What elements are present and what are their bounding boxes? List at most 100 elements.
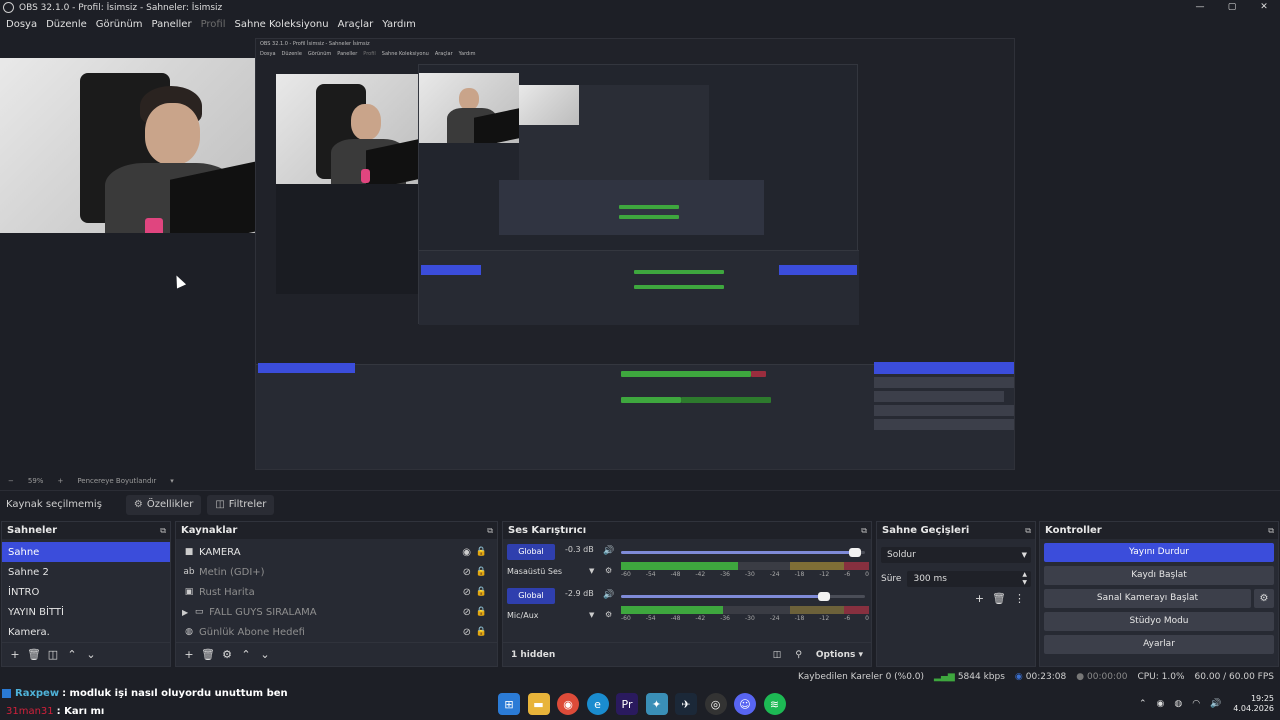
move-up-button[interactable]: ⌃	[237, 648, 255, 661]
stop-stream-button[interactable]: Yayını Durdur	[1044, 543, 1274, 562]
menu-scene-collection[interactable]: Sahne Koleksiyonu	[235, 19, 329, 30]
channel-menu-icon[interactable]: ▼	[589, 611, 594, 619]
properties-button[interactable]: ⚙ Özellikler	[125, 494, 202, 515]
hidden-icon[interactable]: ⊘	[463, 627, 471, 638]
hidden-count[interactable]: 1 hidden	[511, 650, 555, 660]
transition-select[interactable]: Soldur ▼	[881, 547, 1031, 563]
volume-slider[interactable]	[621, 592, 865, 601]
premiere-icon[interactable]: Pr	[616, 693, 638, 715]
hidden-icon[interactable]: ⊘	[463, 607, 471, 618]
zoom-mode[interactable]: Pencereye Boyutlandır	[77, 477, 156, 485]
steam-icon[interactable]: ✈	[675, 693, 697, 715]
link-icon[interactable]: ⚲	[795, 650, 802, 660]
nested-title: OBS 32.1.0 - Profil İsimsiz - Sahneler İ…	[260, 41, 370, 47]
close-button[interactable]: ✕	[1248, 0, 1280, 15]
source-item[interactable]: ab Metin (GDI+) ⊘ 🔒	[176, 562, 497, 582]
scene-item[interactable]: Sahne 2	[2, 562, 170, 582]
hidden-icon[interactable]: ⊘	[463, 587, 471, 598]
file-explorer-icon[interactable]: ▬	[527, 693, 550, 715]
level-meter	[621, 606, 869, 614]
more-options-icon[interactable]: ⋮	[1014, 592, 1025, 605]
mixer-title: Ses Karıştırıcı	[508, 525, 587, 536]
sources-dock: Kaynaklar ⧉ ■ KAMERA ◉ 🔒 ab Metin (GDI+)…	[175, 521, 498, 667]
channel-menu-icon[interactable]: ▼	[589, 567, 594, 575]
source-item[interactable]: ▶ ▭ FALL GUYS SIRALAMA ⊘ 🔒	[176, 602, 497, 622]
undock-icon[interactable]: ⧉	[1268, 526, 1274, 536]
obs-icon[interactable]: ◎	[704, 693, 727, 715]
zoom-mode-caret-icon[interactable]: ▾	[170, 477, 174, 485]
lock-icon[interactable]: 🔒	[476, 587, 487, 597]
discord-icon[interactable]: ☺	[734, 693, 756, 715]
scene-item[interactable]: YAYIN BİTTİ	[2, 602, 170, 622]
move-down-button[interactable]: ⌄	[82, 648, 100, 661]
remove-transition-button[interactable]: 🗑	[992, 592, 1006, 605]
menu-view[interactable]: Görünüm	[96, 19, 143, 30]
lock-icon[interactable]: 🔒	[476, 567, 487, 577]
zoom-row: − 59% + Pencereye Boyutlandır ▾	[0, 475, 1280, 487]
minimize-button[interactable]: —	[1184, 0, 1216, 15]
virtual-camera-settings-icon[interactable]: ⚙	[1254, 589, 1274, 608]
channel-settings-icon[interactable]: ⚙	[605, 610, 612, 619]
undock-icon[interactable]: ⧉	[1025, 526, 1031, 536]
maximize-button[interactable]: ▢	[1216, 0, 1248, 15]
clock[interactable]: 19:25 4.04.2026	[1233, 694, 1274, 714]
hidden-icon[interactable]: ⊘	[463, 567, 471, 578]
lock-icon[interactable]: 🔒	[476, 627, 487, 637]
record-time: 00:00:00	[1087, 672, 1128, 682]
scene-item[interactable]: Kamera.	[2, 622, 170, 642]
tray-chevron-icon[interactable]: ⌃	[1139, 699, 1147, 709]
layout-icon[interactable]: ◫	[773, 650, 782, 660]
menu-profile[interactable]: Profil	[201, 19, 226, 30]
move-up-button[interactable]: ⌃	[63, 648, 81, 661]
lock-icon[interactable]: 🔒	[476, 607, 487, 617]
move-down-button[interactable]: ⌄	[256, 648, 274, 661]
source-item[interactable]: ■ KAMERA ◉ 🔒	[176, 542, 497, 562]
undock-icon[interactable]: ⧉	[861, 526, 867, 536]
studio-mode-button[interactable]: Stüdyo Modu	[1044, 612, 1274, 631]
zoom-out-button[interactable]: −	[8, 477, 14, 485]
zoom-in-button[interactable]: +	[57, 477, 63, 485]
duration-input[interactable]: 300 ms ▲ ▼	[907, 571, 1031, 587]
add-transition-button[interactable]: +	[975, 592, 984, 605]
filters-button[interactable]: ◫ Filtreler	[207, 494, 275, 515]
tray-app-icon[interactable]: ◉	[1156, 699, 1164, 709]
undock-icon[interactable]: ⧉	[487, 526, 493, 536]
menu-help[interactable]: Yardım	[382, 19, 416, 30]
scene-item[interactable]: Sahne	[2, 542, 170, 562]
speaker-icon[interactable]: 🔊	[603, 546, 614, 556]
add-source-button[interactable]: +	[180, 648, 198, 661]
start-recording-button[interactable]: Kaydı Başlat	[1044, 566, 1274, 585]
preview-canvas[interactable]: OBS 32.1.0 - Profil İsimsiz - Sahneler İ…	[0, 33, 1280, 475]
source-properties-button[interactable]: ⚙	[218, 648, 236, 661]
remove-scene-button[interactable]: 🗑	[25, 648, 43, 661]
edge-icon[interactable]: e	[586, 693, 609, 715]
sources-toolbar: + 🗑 ⚙ ⌃ ⌄	[176, 642, 497, 666]
start-virtual-camera-button[interactable]: Sanal Kamerayı Başlat	[1044, 589, 1251, 608]
add-scene-button[interactable]: +	[6, 648, 24, 661]
expand-arrow-icon[interactable]: ▶	[182, 608, 188, 617]
scene-filters-button[interactable]: ◫	[44, 648, 62, 661]
visibility-icon[interactable]: ◉	[462, 547, 471, 558]
lock-icon[interactable]: 🔒	[476, 547, 487, 557]
undock-icon[interactable]: ⧉	[160, 526, 166, 536]
menu-edit[interactable]: Düzenle	[46, 19, 87, 30]
volume-icon[interactable]: 🔊	[1210, 699, 1221, 709]
remove-source-button[interactable]: 🗑	[199, 648, 217, 661]
menu-docks[interactable]: Paneller	[152, 19, 192, 30]
scene-item[interactable]: İNTRO	[2, 582, 170, 602]
settings-button[interactable]: Ayarlar	[1044, 635, 1274, 654]
chrome-icon[interactable]: ◉	[557, 693, 579, 715]
menu-file[interactable]: Dosya	[6, 19, 37, 30]
tray-app-icon[interactable]: ◍	[1174, 699, 1182, 709]
spotify-icon[interactable]: ≋	[763, 693, 786, 715]
source-item[interactable]: ◍ Günlük Abone Hedefi ⊘ 🔒	[176, 622, 497, 642]
channel-settings-icon[interactable]: ⚙	[605, 566, 612, 575]
volume-slider[interactable]	[621, 548, 865, 557]
app-icon[interactable]: ✦	[645, 693, 668, 715]
source-item[interactable]: ▣ Rust Harita ⊘ 🔒	[176, 582, 497, 602]
menu-tools[interactable]: Araçlar	[338, 19, 374, 30]
speaker-icon[interactable]: 🔊	[603, 590, 614, 600]
wifi-icon[interactable]: ◠	[1192, 699, 1200, 709]
start-menu-icon[interactable]: ⊞	[498, 693, 520, 715]
options-button[interactable]: Options ▾	[816, 650, 863, 660]
